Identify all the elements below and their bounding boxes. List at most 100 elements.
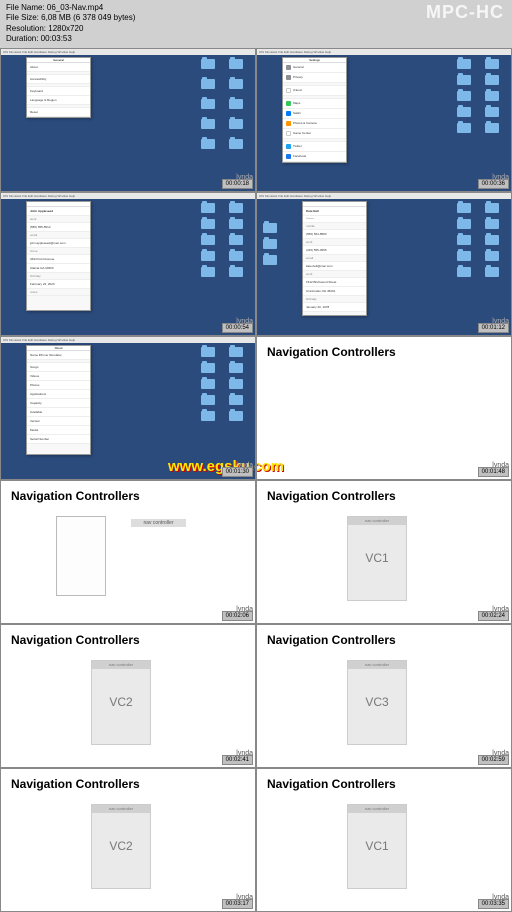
folder-icon <box>457 107 471 117</box>
list-item: (555) 564-8583 <box>303 230 366 239</box>
thumb-9[interactable]: Navigation Controllers nav controller VC… <box>0 624 256 768</box>
list-item: Photos & Camera <box>283 119 346 129</box>
list-item: Version <box>27 417 90 426</box>
ios-simulator: About Name iPhone Simulator Songs Videos… <box>26 345 91 455</box>
folder-icon <box>457 219 471 229</box>
folder-icon <box>201 363 215 373</box>
contact-name: Kate Bell <box>303 207 366 216</box>
folder-icon <box>229 411 243 421</box>
list-item: General <box>283 63 346 73</box>
list-item: Reset <box>27 108 90 117</box>
list-item: Keyboard <box>27 87 90 96</box>
folder-icon <box>457 75 471 85</box>
vc-box: nav controller VC3 <box>347 660 407 745</box>
slide-heading: Navigation Controllers <box>1 481 255 511</box>
folder-icon <box>229 99 243 109</box>
timestamp: 00:01:48 <box>478 467 509 477</box>
nav-bar: nav controller <box>92 805 150 813</box>
desktop-folders <box>201 347 247 427</box>
list-item: Privacy <box>283 73 346 83</box>
folder-icon <box>485 91 499 101</box>
mac-menubar: iOS Simulator File Edit Hardware Debug W… <box>257 49 511 55</box>
folder-icon <box>201 411 215 421</box>
mac-menubar: iOS Simulator File Edit Hardware Debug W… <box>257 193 511 199</box>
nav-bar: nav controller <box>92 661 150 669</box>
folder-icon <box>201 79 215 89</box>
folder-icon <box>485 267 499 277</box>
contact-name: John Appleseed <box>27 207 90 216</box>
folder-icon <box>229 251 243 261</box>
timestamp: 00:02:41 <box>222 755 253 765</box>
thumbnail-grid: iOS Simulator File Edit Hardware Debug W… <box>0 48 512 912</box>
list-item: About <box>27 63 90 72</box>
folder-icon <box>263 255 277 265</box>
list-item: 3494 Kuhl Avenue <box>27 255 90 264</box>
folder-icon <box>229 379 243 389</box>
hand-icon <box>286 75 291 80</box>
list-item: Twitter <box>283 142 346 152</box>
thumb-1[interactable]: iOS Simulator File Edit Hardware Debug W… <box>0 48 256 192</box>
list-item: Atlanta GA 30303 <box>27 264 90 273</box>
folder-icon <box>263 239 277 249</box>
duration-line: Duration: 00:03:53 <box>6 34 506 44</box>
folder-icon <box>201 267 215 277</box>
folder-icon <box>457 59 471 69</box>
thumb-7[interactable]: Navigation Controllers nav controller ly… <box>0 480 256 624</box>
list-item: Photos <box>27 381 90 390</box>
desktop-folders <box>201 59 247 159</box>
facebook-icon <box>286 154 291 159</box>
gear-icon <box>286 65 291 70</box>
timestamp: 00:00:54 <box>222 323 253 333</box>
thumb-5[interactable]: iOS Simulator File Edit Hardware Debug W… <box>0 336 256 480</box>
folder-icon <box>229 267 243 277</box>
desktop-folders-left <box>263 223 277 265</box>
desktop-folders <box>457 59 503 139</box>
slide-heading: Navigation Controllers <box>257 337 511 367</box>
folder-icon <box>201 379 215 389</box>
nav-controller-label: nav controller <box>131 519 186 527</box>
timestamp: 00:02:06 <box>222 611 253 621</box>
thumb-3[interactable]: iOS Simulator File Edit Hardware Debug W… <box>0 192 256 336</box>
list-item: Videos <box>27 372 90 381</box>
player-logo: MPC-HC <box>426 2 504 23</box>
thumb-8[interactable]: Navigation Controllers nav controller VC… <box>256 480 512 624</box>
nav-bar: nav controller <box>348 805 406 813</box>
folder-icon <box>485 203 499 213</box>
list-item: Facebook <box>283 152 346 162</box>
folder-icon <box>457 267 471 277</box>
thumb-2[interactable]: iOS Simulator File Edit Hardware Debug W… <box>256 48 512 192</box>
ios-simulator: John Appleseed work (555) 555-5512 email… <box>26 201 91 311</box>
folder-icon <box>457 251 471 261</box>
mac-menubar: iOS Simulator File Edit Hardware Debug W… <box>1 193 255 199</box>
folder-icon <box>201 235 215 245</box>
desktop-folders <box>457 203 503 283</box>
folder-icon <box>229 59 243 69</box>
thumb-12[interactable]: Navigation Controllers nav controller VC… <box>256 768 512 912</box>
nav-bar: nav controller <box>348 661 406 669</box>
thumb-10[interactable]: Navigation Controllers nav controller VC… <box>256 624 512 768</box>
folder-icon <box>485 251 499 261</box>
folder-icon <box>263 223 277 233</box>
vc-box: nav controller VC2 <box>91 660 151 745</box>
twitter-icon <box>286 144 291 149</box>
vc-box: nav controller VC2 <box>91 804 151 889</box>
slide-heading: Navigation Controllers <box>257 481 511 511</box>
thumb-11[interactable]: Navigation Controllers nav controller VC… <box>0 768 256 912</box>
thumb-6[interactable]: Navigation Controllers www.egsku.com lyn… <box>256 336 512 480</box>
folder-icon <box>485 123 499 133</box>
folder-icon <box>485 235 499 245</box>
list-item: kate-bell@mac.com <box>303 262 366 271</box>
player-header: File Name: 06_03-Nav.mp4 File Size: 6,08… <box>0 0 512 48</box>
list-item: iCloud <box>283 86 346 96</box>
list-item: February 22, 2020 <box>27 280 90 289</box>
thumb-4[interactable]: iOS Simulator File Edit Hardware Debug W… <box>256 192 512 336</box>
resolution-line: Resolution: 1280x720 <box>6 24 506 34</box>
list-item: 1512 Birchwood Street <box>303 278 366 287</box>
folder-icon <box>201 251 215 261</box>
nav-bar: nav controller <box>348 517 406 525</box>
ios-simulator: Settings General Privacy iCloud Maps Saf… <box>282 57 347 163</box>
folder-icon <box>201 395 215 405</box>
timestamp: 00:01:30 <box>222 467 253 477</box>
list-item: Songs <box>27 363 90 372</box>
ios-simulator: Kate Bell Producer mobile (555) 564-8583… <box>302 201 367 316</box>
